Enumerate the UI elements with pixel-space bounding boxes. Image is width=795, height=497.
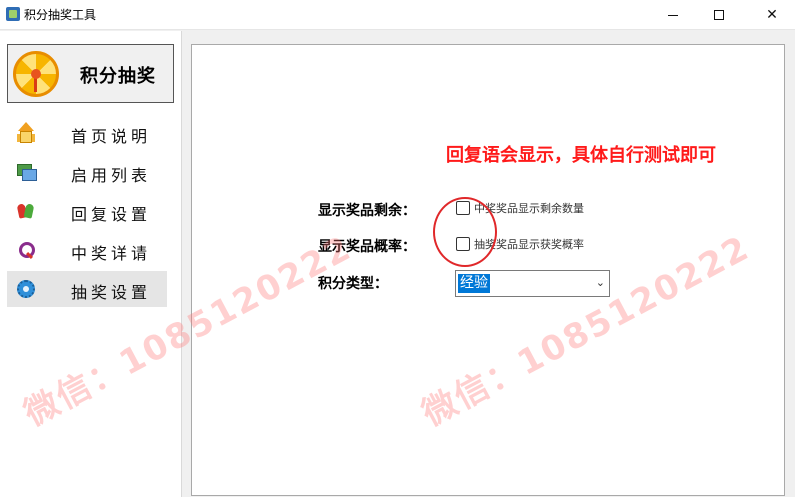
show-remaining-label: 显示奖品剩余： [318, 203, 416, 219]
annotation-circle [433, 197, 497, 267]
sidebar-item-reply-settings[interactable]: 回复设置 [7, 193, 167, 229]
minimize-button[interactable] [650, 0, 696, 30]
home-icon [17, 122, 35, 143]
list-icon [17, 163, 37, 181]
gear-icon [17, 280, 35, 298]
reply-icon [17, 202, 35, 220]
maximize-button[interactable] [696, 0, 742, 30]
sidebar-item-home[interactable]: 首页说明 [7, 115, 167, 151]
sidebar-item-lottery-settings[interactable]: 抽奖设置 [7, 271, 167, 307]
brand-header: 积分抽奖 [7, 44, 174, 103]
sidebar-item-winning-details[interactable]: 中奖详请 [7, 232, 167, 268]
window-title: 积分抽奖工具 [24, 8, 97, 22]
close-icon: ✕ [766, 7, 778, 23]
sidebar: 积分抽奖 首页说明 启用列表 回复设置 中奖详请 抽奖设置 [0, 31, 182, 497]
sidebar-item-label: 中奖详请 [71, 244, 152, 263]
chevron-down-icon: ⌄ [595, 276, 605, 289]
sidebar-item-label: 启用列表 [71, 166, 152, 185]
sidebar-item-enabled-list[interactable]: 启用列表 [7, 154, 167, 190]
app-icon [6, 7, 20, 21]
sidebar-item-label: 首页说明 [71, 127, 152, 146]
close-button[interactable]: ✕ [749, 0, 795, 30]
sidebar-item-label: 回复设置 [71, 205, 152, 224]
sidebar-item-label: 抽奖设置 [71, 283, 152, 302]
title-bar: 积分抽奖工具 ✕ [0, 0, 795, 30]
search-detail-icon [17, 241, 35, 259]
prize-wheel-icon [13, 51, 59, 97]
notice-text: 回复语会显示，具体自行测试即可 [446, 145, 716, 166]
minimize-icon [668, 14, 678, 16]
brand-label: 积分抽奖 [80, 66, 156, 87]
points-type-value: 经验 [458, 274, 490, 293]
maximize-icon [714, 10, 724, 20]
points-type-select[interactable]: 经验 ⌄ [455, 270, 610, 297]
